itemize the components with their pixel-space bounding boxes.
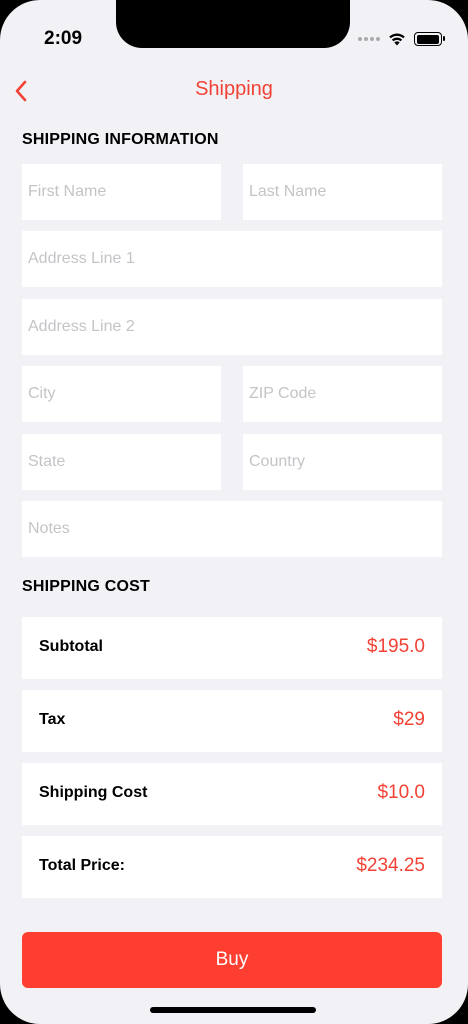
signal-icon bbox=[358, 37, 380, 41]
last-name-field[interactable] bbox=[243, 164, 442, 220]
tax-row: Tax $29 bbox=[22, 690, 442, 752]
cost-value: $29 bbox=[393, 709, 425, 730]
address-line-2-field[interactable] bbox=[22, 299, 442, 355]
shipping-cost-header: SHIPPING COST bbox=[22, 578, 150, 595]
cost-value: $195.0 bbox=[366, 636, 425, 657]
status-bar: 2:09 bbox=[0, 0, 468, 70]
navigation-bar: Shipping bbox=[0, 70, 468, 110]
cost-label: Shipping Cost bbox=[39, 784, 148, 801]
state-field[interactable] bbox=[22, 434, 221, 490]
city-field[interactable] bbox=[22, 366, 221, 422]
cost-label: Tax bbox=[39, 711, 66, 728]
zip-code-field[interactable] bbox=[243, 366, 442, 422]
notes-field[interactable] bbox=[22, 501, 442, 557]
address-line-1-field[interactable] bbox=[22, 231, 442, 287]
country-field[interactable] bbox=[243, 434, 442, 490]
cost-label: Total Price: bbox=[39, 857, 125, 874]
battery-icon bbox=[414, 32, 445, 46]
status-time: 2:09 bbox=[44, 28, 83, 49]
first-name-field[interactable] bbox=[22, 164, 221, 220]
wifi-icon bbox=[389, 33, 405, 46]
page-title: Shipping bbox=[195, 78, 273, 100]
shipping-cost-row: Shipping Cost $10.0 bbox=[22, 763, 442, 825]
subtotal-row: Subtotal $195.0 bbox=[22, 617, 442, 679]
shipping-information-header: SHIPPING INFORMATION bbox=[22, 131, 219, 148]
notch bbox=[116, 0, 350, 48]
cost-label: Subtotal bbox=[39, 638, 103, 655]
status-icons bbox=[358, 30, 445, 48]
cost-value: $234.25 bbox=[356, 855, 425, 876]
home-indicator bbox=[150, 1007, 316, 1013]
cost-value: $10.0 bbox=[377, 782, 425, 803]
phone-screen: 2:09 Shipping SHIPPING INFORMATION First… bbox=[0, 0, 468, 1024]
buy-button[interactable]: Buy bbox=[22, 932, 442, 988]
total-price-row: Total Price: $234.25 bbox=[22, 836, 442, 898]
